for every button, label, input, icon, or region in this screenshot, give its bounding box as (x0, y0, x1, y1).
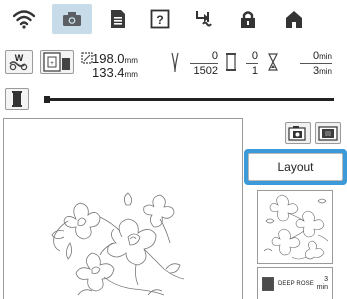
tab-lock[interactable] (230, 4, 266, 34)
thread-spool-button[interactable] (5, 88, 29, 110)
camera-view-icon (288, 126, 306, 141)
help-icon: ? (150, 9, 170, 29)
sewing-time: 0min 3min (278, 50, 332, 80)
thread-color-swatch (262, 277, 274, 291)
stitch-progress-bar (44, 96, 334, 103)
thread-color-icon (226, 53, 236, 71)
embroidery-size: 198.0mm 133.4mm (92, 50, 154, 80)
layout-button-label: Layout (248, 153, 343, 181)
time-current-unit: min (319, 52, 332, 61)
height-unit: mm (124, 70, 138, 79)
wifi-icon (13, 10, 35, 29)
time-divider (300, 63, 332, 64)
color-divider (246, 63, 258, 64)
thread-time-value: 3 (324, 276, 328, 283)
pattern-preview-image (263, 194, 329, 260)
wifi-button[interactable] (6, 4, 42, 34)
home-icon (241, 11, 255, 28)
stitch-current: 0 (211, 50, 218, 62)
stitch-progress-fill (44, 96, 50, 103)
thread-trim-button[interactable]: W (5, 50, 33, 74)
tab-needle-mode[interactable] (276, 4, 312, 34)
stitch-total: 1502 (193, 65, 218, 77)
layout-button[interactable]: Layout (244, 149, 347, 185)
thread-trim-icon: W (9, 53, 28, 71)
svg-text:?: ? (156, 13, 163, 27)
spool-icon (12, 91, 22, 107)
stitch-divider (190, 63, 218, 64)
hourglass-icon (268, 53, 278, 71)
stitch-count: 0 1502 (182, 50, 218, 80)
tab-embroidery[interactable] (186, 4, 222, 34)
tab-document[interactable] (100, 4, 136, 34)
hoop-icon: + (43, 52, 70, 72)
pattern-preview (257, 190, 333, 264)
color-count: 0 1 (236, 50, 258, 80)
embroidery-canvas[interactable] (3, 118, 243, 299)
background-icon (318, 126, 338, 141)
color-total: 1 (251, 65, 258, 77)
document-icon (111, 10, 125, 28)
height-value: 133.4 (92, 65, 125, 80)
flower-embroidery-pattern (51, 192, 185, 296)
thread-time-unit: min (316, 284, 328, 291)
camera-scan-button[interactable] (285, 122, 311, 144)
hoop-selection-button[interactable]: + (40, 50, 74, 74)
embroidery-info-row: W + 198.0mm 133.4mm 0 1502 0 1 0min 3min (0, 42, 347, 82)
camera-icon (63, 12, 81, 26)
thread-sew-time: 3 min (317, 276, 328, 292)
progress-row (0, 86, 347, 112)
svg-text:+: + (50, 61, 54, 67)
background-image-button[interactable] (315, 122, 341, 144)
top-toolbar: ? (0, 0, 347, 38)
embroidery-icon (196, 11, 212, 27)
thread-color-item[interactable]: DEEP ROSE 3 min (257, 267, 333, 299)
tab-camera[interactable] (52, 4, 92, 34)
thread-color-name: DEEP ROSE (278, 281, 314, 287)
svg-text:W: W (15, 53, 24, 63)
color-current: 0 (251, 50, 258, 62)
time-total-unit: min (319, 67, 332, 76)
tab-help[interactable]: ? (142, 4, 178, 34)
needle-count-icon (171, 52, 179, 73)
needle-mode-icon (286, 11, 302, 28)
